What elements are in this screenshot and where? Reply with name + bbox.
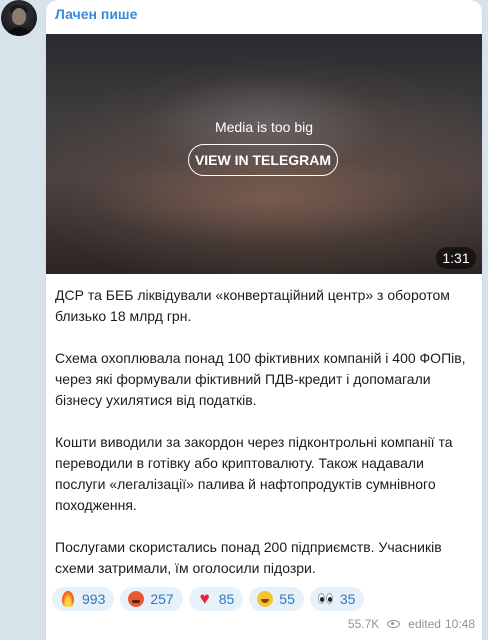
- channel-name[interactable]: Лачен пише: [55, 6, 137, 22]
- reaction-count: 993: [82, 591, 106, 607]
- reactions-bar: 993 257 ♥ 85 55 35: [52, 587, 365, 611]
- video-duration-badge: 1:31: [436, 247, 476, 269]
- edited-label: edited: [408, 617, 441, 631]
- reaction-count: 55: [279, 591, 295, 607]
- fire-emoji-icon: [59, 590, 77, 608]
- message-paragraph: ДСР та БЕБ ліквідували «конвертаційний ц…: [55, 287, 450, 324]
- message-paragraph: Послугами скористались понад 200 підприє…: [55, 539, 442, 576]
- view-in-telegram-button[interactable]: VIEW IN TELEGRAM: [188, 144, 338, 176]
- eyes-emoji-icon: [317, 590, 335, 608]
- message-paragraph: Кошти виводили за закордон через підконт…: [55, 434, 453, 513]
- reaction-angry[interactable]: 257: [120, 587, 183, 611]
- reaction-eyes[interactable]: 35: [309, 587, 365, 611]
- reaction-smile[interactable]: 55: [249, 587, 304, 611]
- message-meta: 55.7K edited 10:48: [348, 617, 475, 631]
- avatar-shoulders: [4, 27, 34, 36]
- reaction-count: 257: [150, 591, 174, 607]
- message-text: ДСР та БЕБ ліквідували «конвертаційний ц…: [55, 285, 475, 579]
- heart-emoji-icon: ♥: [199, 589, 210, 608]
- views-eye-icon: [387, 620, 401, 628]
- message-paragraph: Схема охоплювала понад 100 фіктивних ком…: [55, 350, 466, 408]
- view-count: 55.7K: [347, 617, 380, 631]
- media-notice: Media is too big: [214, 119, 314, 135]
- reaction-heart[interactable]: ♥ 85: [188, 587, 244, 611]
- message-time: 10:48: [444, 617, 475, 631]
- reaction-count: 35: [339, 591, 356, 607]
- reaction-fire[interactable]: 993: [52, 587, 115, 611]
- avatar-face: [12, 8, 26, 25]
- reaction-count: 85: [218, 591, 235, 607]
- smile-emoji-icon: [256, 590, 274, 608]
- angry-face-emoji-icon: [127, 590, 145, 608]
- channel-avatar[interactable]: [1, 0, 37, 36]
- video-preview[interactable]: Media is too big VIEW IN TELEGRAM 1:31: [46, 34, 482, 274]
